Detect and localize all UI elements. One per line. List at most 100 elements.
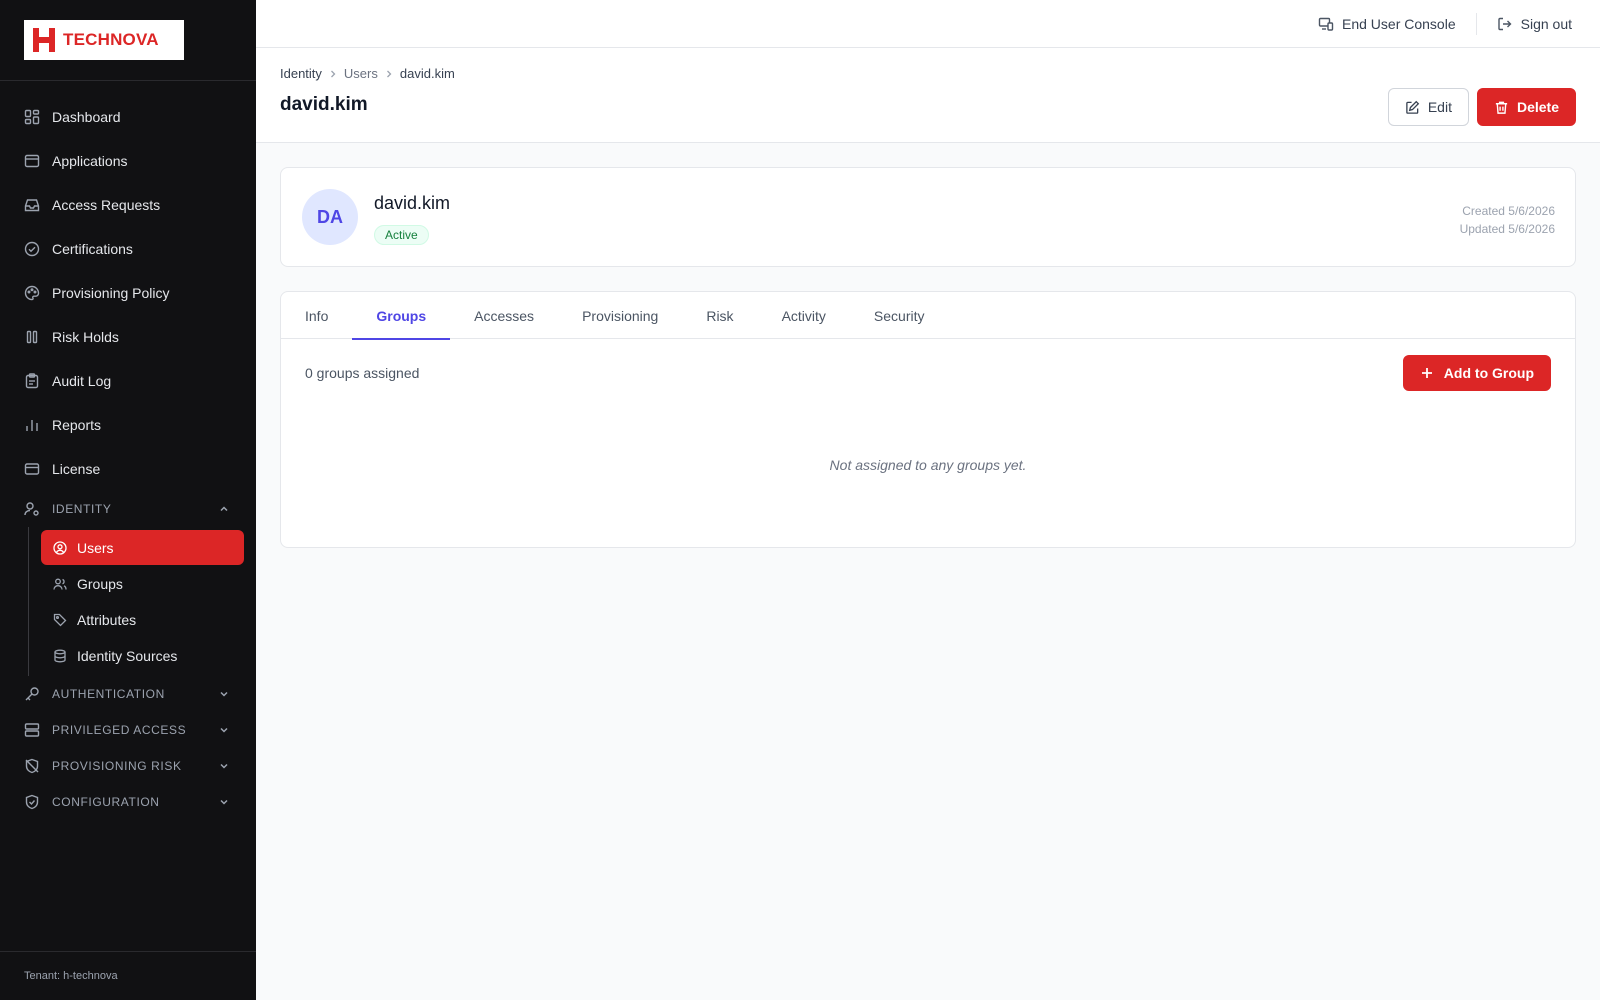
sidebar-item-dashboard[interactable]: Dashboard [0,95,256,139]
delete-button-label: Delete [1516,99,1559,115]
sidebar-section-label: PRIVILEGED ACCESS [52,723,187,737]
topbar-divider [1475,12,1477,35]
card-icon [24,463,40,475]
window-icon [24,154,40,168]
edit-icon [1406,100,1420,114]
shield-off-icon [25,758,39,774]
clipboard-icon [25,373,39,389]
sidebar-section-authentication[interactable]: AUTHENTICATION [0,676,256,712]
brand-h-icon [33,28,55,52]
groups-count: 0 groups assigned [305,365,420,381]
created-date: Created 5/6/2026 [1462,204,1555,218]
chevron-down-icon [220,763,228,769]
sidebar-section-label: CONFIGURATION [52,795,160,809]
key-icon [25,687,39,701]
updated-date: Updated 5/6/2026 [1459,222,1555,236]
delete-button[interactable]: Delete [1476,88,1576,126]
sidebar-item-users[interactable]: Users [41,530,244,565]
logo-area: TECHNOVA [0,0,256,81]
dashboard-icon [24,109,40,125]
logout-icon [1497,17,1512,30]
edit-button[interactable]: Edit [1387,88,1469,126]
tab-risk[interactable]: Risk [682,292,757,339]
sidebar-item-label: Risk Holds [52,329,119,345]
breadcrumb: Identity Users david.kim [280,66,1576,81]
sidebar-item-certifications[interactable]: Certifications [0,227,256,271]
topbar: End User Console Sign out [256,0,1600,48]
sign-out-link[interactable]: Sign out [1497,16,1572,32]
breadcrumb-current: david.kim [399,66,455,81]
main-nav: Dashboard Applications Access Requests C… [0,81,256,820]
sidebar-section-privileged-access[interactable]: PRIVILEGED ACCESS [0,712,256,748]
devices-icon [1318,17,1334,31]
chevron-down-icon [220,727,228,733]
sign-out-label: Sign out [1520,15,1572,32]
chevron-down-icon [220,691,228,697]
add-to-group-button[interactable]: Add to Group [1402,355,1551,391]
edit-button-label: Edit [1427,99,1452,115]
sidebar-item-label: Users [77,539,114,556]
sidebar-item-applications[interactable]: Applications [0,139,256,183]
sidebar-item-label: Certifications [52,241,133,257]
tab-groups[interactable]: Groups [352,292,450,340]
pause-icon [26,330,38,344]
sidebar-item-label: Reports [52,417,102,433]
avatar: DA [302,189,358,245]
sidebar-section-provisioning-risk[interactable]: PROVISIONING RISK [0,748,256,784]
header-actions: Edit Delete [1387,88,1576,126]
chevron-right-icon [386,70,392,77]
sidebar-section-configuration[interactable]: CONFIGURATION [0,784,256,820]
profile-name: david.kim [374,193,451,213]
brand-logo[interactable]: TECHNOVA [24,20,184,60]
sidebar-item-identity-sources[interactable]: Identity Sources [41,638,244,673]
breadcrumb-users[interactable]: Users [344,66,378,81]
shield-check-icon [25,794,39,810]
profile-card: DA david.kim Active Created 5/6/2026 Upd… [280,167,1576,267]
palette-icon [24,285,40,301]
sidebar-item-groups[interactable]: Groups [41,566,244,601]
tab-provisioning[interactable]: Provisioning [558,292,682,339]
sidebar-section-identity[interactable]: IDENTITY [0,491,256,527]
profile-meta: Created 5/6/2026 Updated 5/6/2026 [1460,202,1555,238]
server-icon [24,723,40,737]
sidebar-section-label: IDENTITY [52,502,112,516]
sidebar-item-label: Attributes [77,611,137,628]
tab-activity[interactable]: Activity [758,292,850,339]
sidebar-item-label: Groups [77,575,123,592]
sidebar-section-label: PROVISIONING RISK [52,759,182,773]
sidebar-item-access-requests[interactable]: Access Requests [0,183,256,227]
breadcrumb-identity[interactable]: Identity [280,66,322,81]
sidebar-item-label: Dashboard [52,109,121,125]
sidebar-item-label: Audit Log [52,373,112,389]
check-circle-icon [24,241,40,257]
sidebar-item-license[interactable]: License [0,447,256,491]
sidebar-item-provisioning-policy[interactable]: Provisioning Policy [0,271,256,315]
tab-bar: Info Groups Accesses Provisioning Risk A… [281,292,1575,340]
end-user-console-link[interactable]: End User Console [1318,16,1456,32]
page-header: Identity Users david.kim david.kim Edit … [256,48,1600,143]
sidebar-section-label: AUTHENTICATION [52,687,165,701]
sidebar-item-label: Identity Sources [77,647,178,664]
sidebar-item-label: License [52,461,101,477]
user-circle-icon [53,540,67,555]
tab-security[interactable]: Security [850,292,949,339]
trash-icon [1495,101,1508,114]
tab-info[interactable]: Info [281,292,352,339]
user-cog-icon [24,502,39,516]
brand-name: TECHNOVA [63,30,159,49]
sidebar-item-audit-log[interactable]: Audit Log [0,359,256,403]
sidebar-item-reports[interactable]: Reports [0,403,256,447]
sidebar-item-label: Access Requests [52,197,161,213]
end-user-console-label: End User Console [1342,15,1456,32]
tab-accesses[interactable]: Accesses [450,292,558,339]
identity-subnav: Users Groups Attributes Identity Sources [28,527,244,676]
plus-icon [1421,368,1432,378]
user-detail-tabs-card: Info Groups Accesses Provisioning Risk A… [280,291,1576,548]
sidebar: TECHNOVA Dashboard Applications Access R… [0,0,256,1000]
empty-state-message: Not assigned to any groups yet. [829,457,1027,473]
inbox-icon [24,199,40,212]
sidebar-item-risk-holds[interactable]: Risk Holds [0,315,256,359]
chevron-up-icon [220,506,228,512]
database-icon [54,649,66,662]
sidebar-item-attributes[interactable]: Attributes [41,602,244,637]
